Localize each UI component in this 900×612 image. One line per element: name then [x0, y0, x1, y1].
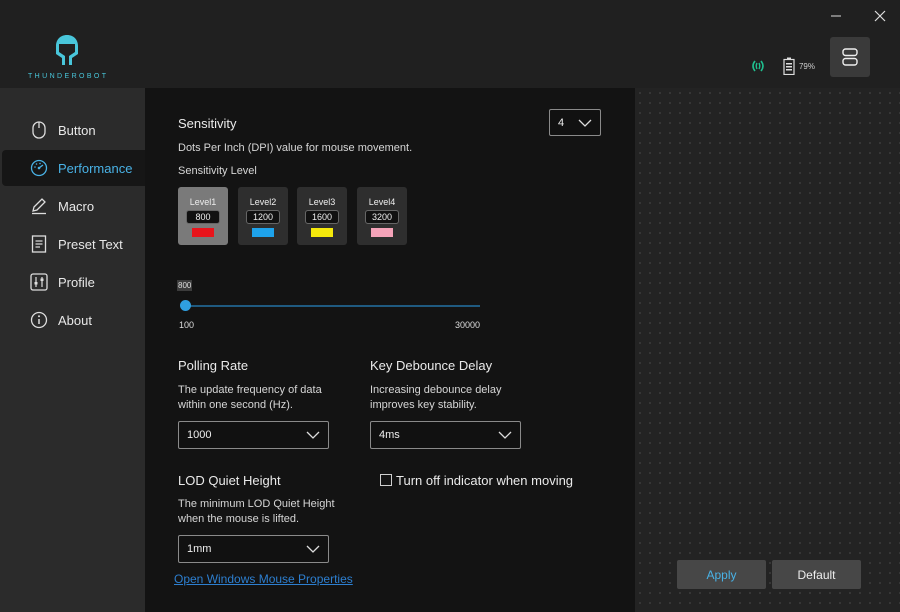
polling-rate-title: Polling Rate — [178, 358, 249, 373]
debounce-title: Key Debounce Delay — [370, 358, 493, 373]
level-name: Level3 — [308, 197, 336, 207]
device-menu-button[interactable] — [830, 37, 870, 77]
sensitivity-level-label: Sensitivity Level — [178, 165, 257, 177]
sidebar-item-preset-text[interactable]: Preset Text — [0, 226, 145, 262]
dpi-slider-max: 30000 — [455, 320, 481, 330]
level-name: Level1 — [189, 197, 217, 207]
sidebar-item-label: Preset Text — [58, 236, 123, 252]
windows-mouse-properties-link[interactable]: Open Windows Mouse Properties — [174, 572, 353, 586]
lod-description-1: The minimum LOD Quiet Height — [178, 498, 335, 510]
mouse-icon — [30, 121, 48, 139]
dpi-slider-value: 800 — [177, 280, 193, 291]
level-count-select[interactable]: 4 — [549, 109, 601, 136]
level-color-swatch — [371, 228, 393, 237]
level-dpi: 800 — [186, 210, 220, 224]
lod-description-2: when the mouse is lifted. — [178, 513, 300, 525]
level-color-swatch — [192, 228, 214, 237]
level-count-value: 4 — [558, 116, 565, 129]
level-dpi: 1200 — [246, 210, 280, 224]
level-name: Level2 — [249, 197, 277, 207]
indicator-checkbox[interactable] — [380, 474, 392, 486]
close-button[interactable] — [870, 6, 890, 26]
dpi-slider-min: 100 — [179, 320, 195, 330]
lod-select[interactable]: 1mm — [178, 535, 329, 563]
level-card-4[interactable]: Level4 3200 — [357, 187, 407, 245]
window-controls — [826, 6, 890, 26]
apply-button[interactable]: Apply — [677, 560, 766, 589]
sidebar-item-label: About — [58, 312, 92, 328]
chevron-down-icon — [578, 119, 592, 127]
polling-rate-description-1: The update frequency of data — [178, 384, 322, 396]
level-dpi: 1600 — [305, 210, 339, 224]
brand-name: THUNDEROBOT — [28, 73, 109, 80]
level-name: Level4 — [368, 197, 396, 207]
sidebar-item-label: Profile — [58, 274, 95, 290]
default-button[interactable]: Default — [772, 560, 861, 589]
debounce-value: 4ms — [379, 429, 400, 441]
dpi-slider-track[interactable] — [181, 305, 480, 307]
chevron-down-icon — [498, 431, 512, 439]
chevron-down-icon — [306, 545, 320, 553]
minimize-icon — [831, 15, 841, 17]
performance-panel: Sensitivity 4 Dots Per Inch (DPI) value … — [145, 88, 635, 612]
polling-rate-select[interactable]: 1000 — [178, 421, 329, 449]
dpi-slider-thumb[interactable] — [180, 300, 191, 311]
brand-logo: THUNDEROBOT — [28, 34, 106, 80]
device-status: 79% — [751, 57, 815, 75]
level-color-swatch — [311, 228, 333, 237]
battery-percentage: 79% — [798, 61, 815, 71]
level-card-3[interactable]: Level3 1600 — [297, 187, 347, 245]
sidebar-item-label: Button — [58, 122, 96, 138]
gauge-icon — [30, 159, 48, 177]
sidebar-item-macro[interactable]: Macro — [0, 188, 145, 224]
chevron-down-icon — [306, 431, 320, 439]
debounce-description-2: improves key stability. — [370, 399, 477, 411]
sidebar-item-about[interactable]: About — [0, 302, 145, 338]
lod-title: LOD Quiet Height — [178, 473, 281, 488]
close-icon — [874, 10, 886, 22]
level-card-2[interactable]: Level2 1200 — [238, 187, 288, 245]
sidebar: Button Performance Macro Preset Text Pro… — [0, 88, 145, 612]
polling-rate-description-2: within one second (Hz). — [178, 399, 293, 411]
sensitivity-title: Sensitivity — [178, 116, 237, 131]
sidebar-item-button[interactable]: Button — [0, 112, 145, 148]
level-color-swatch — [252, 228, 274, 237]
lod-value: 1mm — [187, 543, 212, 555]
sliders-icon — [30, 273, 48, 291]
polling-rate-value: 1000 — [187, 429, 212, 441]
debounce-description-1: Increasing debounce delay — [370, 384, 502, 396]
sidebar-item-performance[interactable]: Performance — [2, 150, 145, 186]
sidebar-item-profile[interactable]: Profile — [0, 264, 145, 300]
device-stack-icon — [842, 48, 858, 66]
debounce-select[interactable]: 4ms — [370, 421, 521, 449]
indicator-label: Turn off indicator when moving — [396, 473, 574, 488]
helmet-logo-icon — [56, 35, 78, 65]
sidebar-item-label: Macro — [58, 198, 95, 214]
level-card-1[interactable]: Level1 800 — [178, 187, 228, 245]
wireless-icon — [752, 60, 764, 72]
sensitivity-description: Dots Per Inch (DPI) value for mouse move… — [178, 142, 413, 154]
preview-panel: Apply Default — [635, 88, 900, 612]
sidebar-item-label: Performance — [58, 160, 133, 176]
info-icon — [30, 311, 48, 329]
level-dpi: 3200 — [365, 210, 399, 224]
minimize-button[interactable] — [826, 6, 846, 26]
document-icon — [30, 235, 48, 253]
battery-icon — [783, 57, 795, 75]
pen-icon — [30, 197, 48, 215]
